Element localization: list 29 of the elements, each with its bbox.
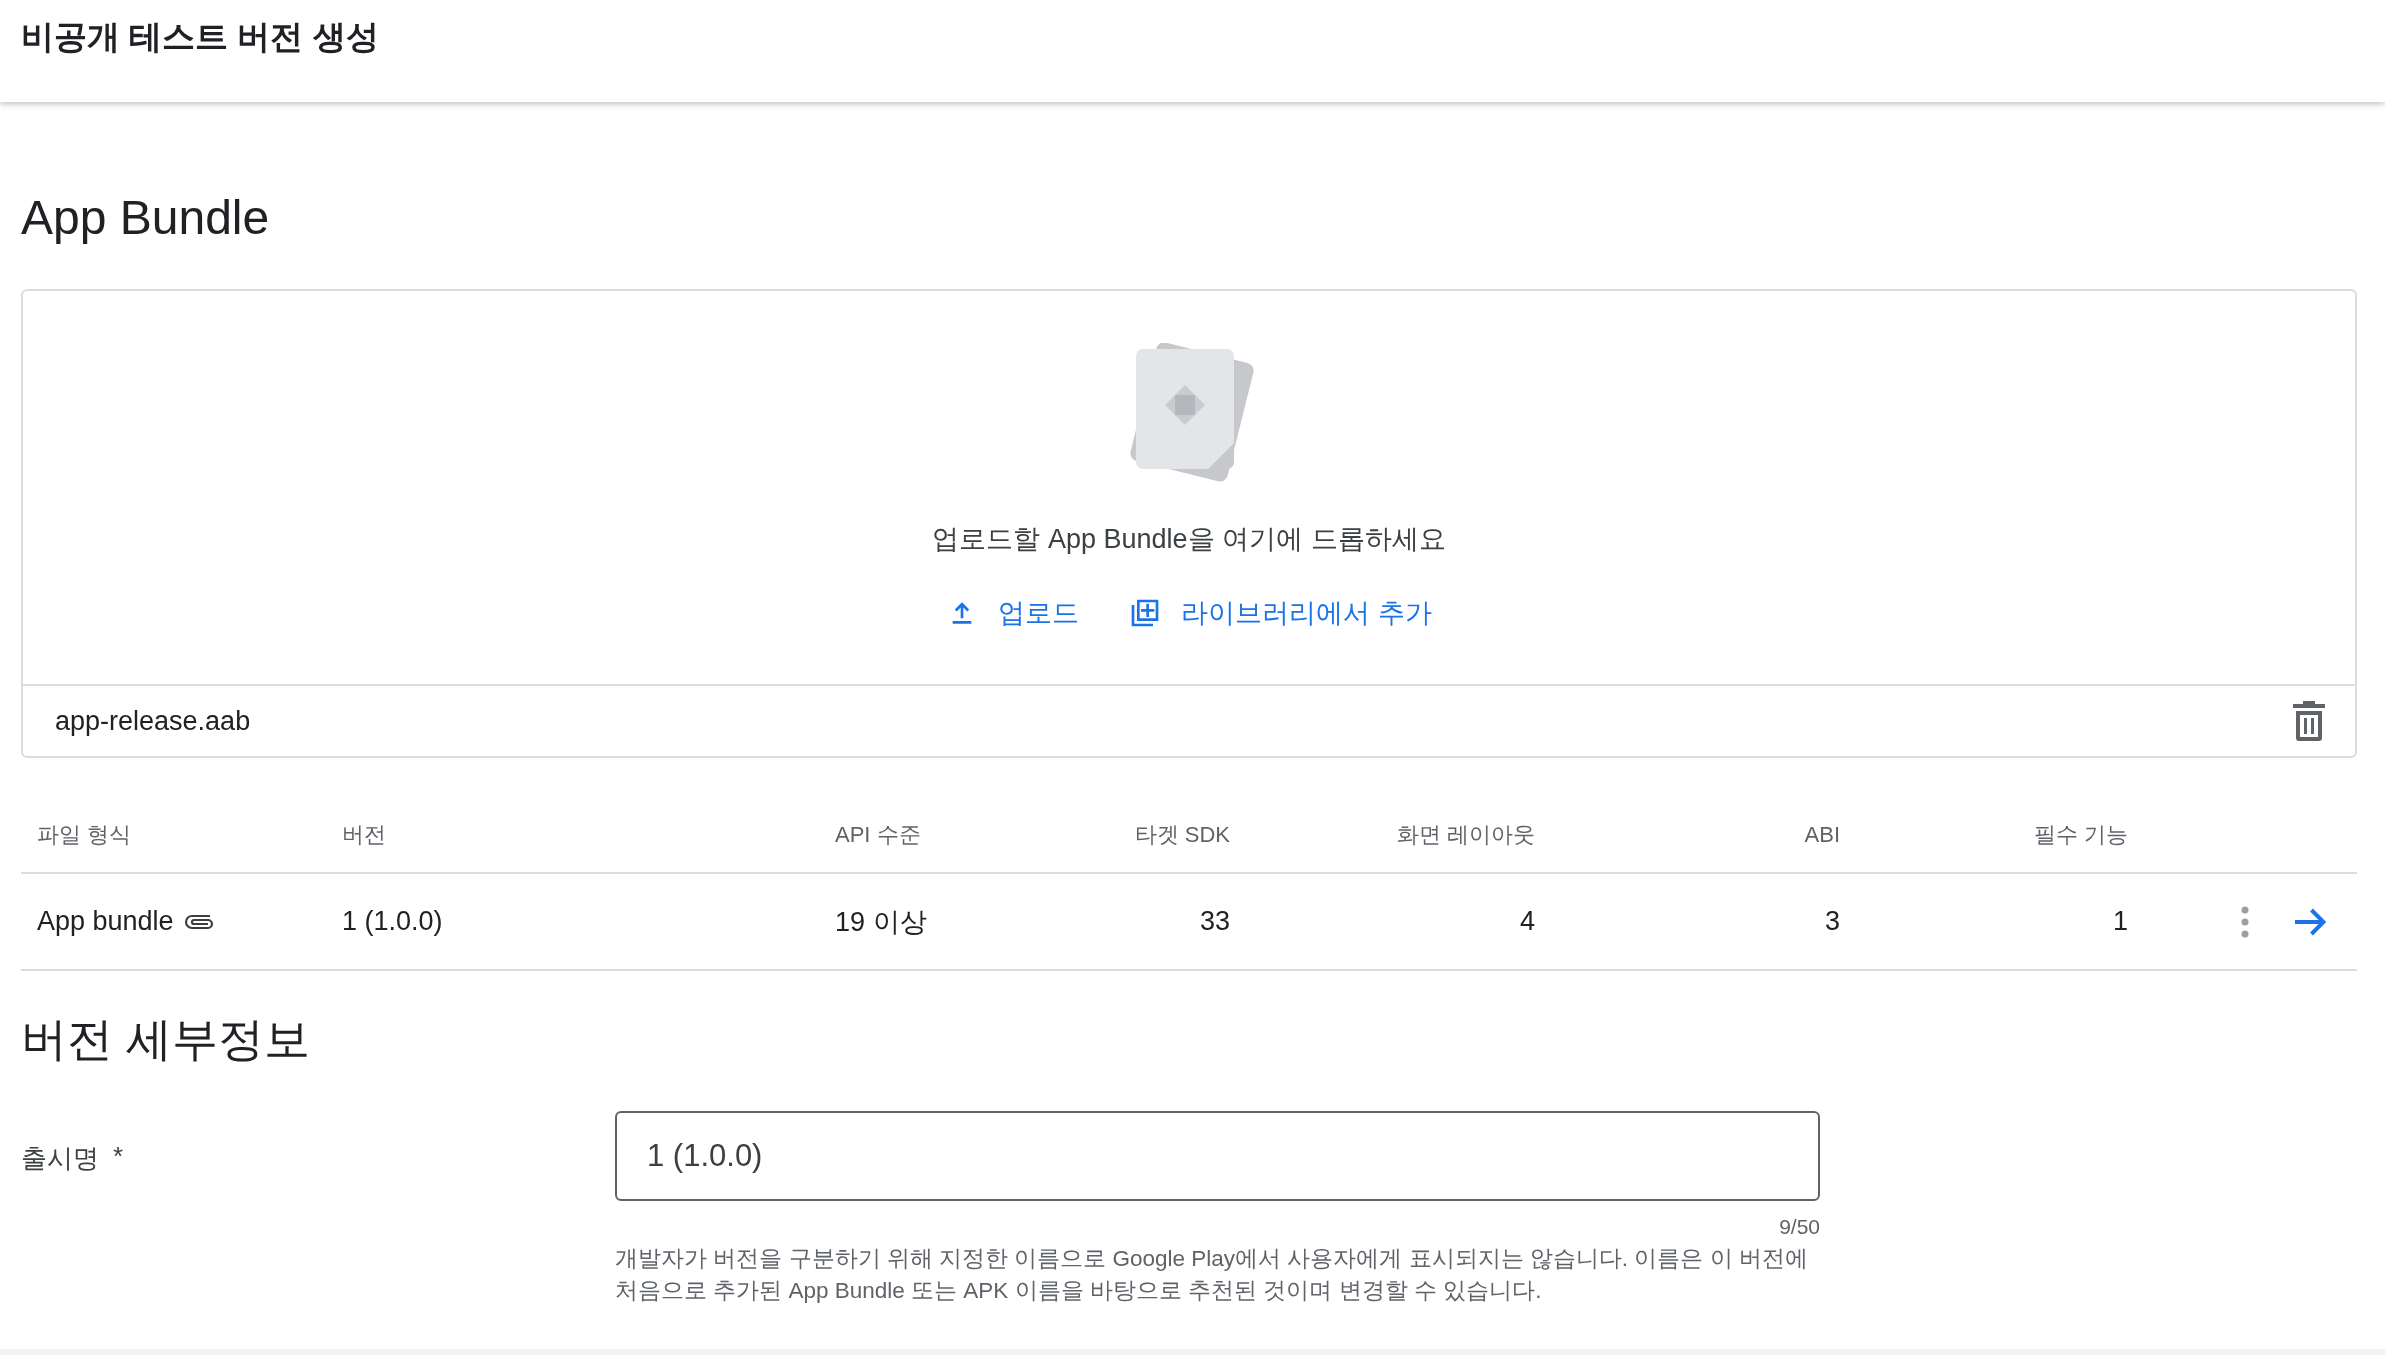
column-header: API 수준	[835, 821, 922, 849]
delete-icon[interactable]	[2291, 701, 2327, 741]
column-header: ABI	[1803, 822, 1840, 848]
release-name-field[interactable]: 1 (1.0.0)	[615, 1111, 1820, 1201]
add-from-library-button[interactable]: 라이브러리에서 추가	[1129, 595, 1432, 631]
drop-prompt: 업로드할 App Bundle을 여기에 드롭하세요	[932, 523, 1446, 556]
section-heading: App Bundle	[21, 190, 271, 245]
table-cell-text: 1 (1.0.0)	[342, 906, 444, 937]
column-header: 타겟 SDK	[1133, 821, 1230, 849]
table-cell: App bundle	[37, 906, 174, 937]
table-cell-text: 19 이상	[835, 905, 928, 939]
required-mark: *	[113, 1141, 124, 1172]
field-label: 출시명	[21, 1142, 99, 1175]
section-heading: 버전 세부정보	[21, 1012, 311, 1067]
column-header: 버전	[342, 821, 387, 849]
more-icon[interactable]	[2241, 905, 2249, 938]
character-counter: 9/50	[1778, 1215, 1820, 1239]
table-cell-text: 33	[1198, 906, 1230, 937]
table-cell-text: 4	[1518, 906, 1535, 937]
paperclip-icon	[183, 912, 216, 931]
column-header: 화면 레이아웃	[1395, 821, 1535, 849]
page-title: 비공개 테스트 버전 생성	[21, 16, 379, 57]
column-header: 파일 형식	[37, 821, 133, 849]
upload-button[interactable]: 업로드	[946, 595, 1080, 631]
table-cell-text: 3	[1823, 906, 1840, 937]
file-name: app-release.aab	[55, 705, 251, 737]
column-header: 필수 기능	[2032, 821, 2128, 849]
table-cell-text: 1	[2111, 906, 2128, 937]
help-text: 개발자가 버전을 구분하기 위해 지정한 이름으로 Google Play에서 사용자에게 표시되지는 않습니다. 이름은 이 버전에 처음으로 추가된 App Bundle 또는 APK 이름을 바탕으로 추천된 것이며 변경할 수 있습니다.	[615, 1245, 1809, 1305]
